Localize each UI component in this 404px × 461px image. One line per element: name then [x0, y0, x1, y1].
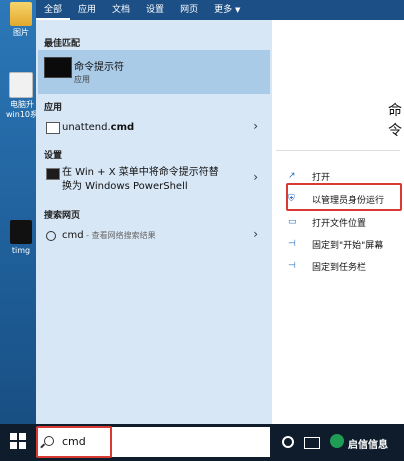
folder-icon	[10, 2, 32, 26]
desktop-icon-label: timg	[11, 246, 31, 255]
best-match-item[interactable]	[38, 50, 270, 94]
desktop-icon-label: 图片	[13, 28, 29, 37]
divider	[276, 150, 400, 151]
folder-icon: ▭	[288, 217, 297, 227]
document-icon	[46, 122, 60, 134]
desktop-icon-pictures[interactable]: 图片	[4, 2, 38, 38]
section-apps: 应用	[44, 103, 63, 113]
web-result-cmd[interactable]: cmd - 查看网络搜索结果 ›	[38, 224, 270, 248]
terminal-icon	[46, 168, 60, 180]
setting-result-powershell[interactable]: 在 Win + X 菜单中将命令提示符替 换为 Windows PowerShe…	[38, 164, 270, 196]
search-icon	[46, 231, 56, 241]
best-match-subtitle: 应用	[74, 75, 90, 84]
pin-icon: ⊣	[288, 239, 296, 249]
chevron-right-icon[interactable]: ›	[253, 227, 258, 241]
app-result-match: cmd	[110, 122, 135, 133]
task-view-icon[interactable]	[304, 437, 320, 449]
tab-documents[interactable]: 文档	[104, 0, 138, 20]
setting-result-line1: 在 Win + X 菜单中将命令提示符替	[62, 167, 219, 178]
tab-apps[interactable]: 应用	[70, 0, 104, 20]
chevron-down-icon: ▼	[234, 6, 241, 14]
cortana-icon[interactable]	[282, 436, 294, 448]
highlight-search-box	[36, 426, 112, 458]
tab-more[interactable]: 更多 ▼	[206, 0, 248, 20]
section-best-match: 最佳匹配	[44, 39, 81, 49]
web-result-query: cmd	[62, 230, 84, 241]
app-result-name: unattend.	[62, 122, 111, 133]
chevron-right-icon[interactable]: ›	[253, 170, 258, 184]
desktop-icon-win10[interactable]: 电脑升 win10系	[4, 72, 38, 120]
highlight-run-as-admin	[286, 183, 402, 211]
section-web: 搜索网页	[44, 211, 81, 221]
detail-title: 命令	[388, 103, 402, 139]
open-icon: ↗	[288, 171, 296, 181]
chevron-right-icon[interactable]: ›	[253, 119, 258, 133]
tab-all[interactable]: 全部	[36, 0, 71, 20]
tab-web[interactable]: 网页	[172, 0, 206, 20]
pin-icon: ⊣	[288, 261, 296, 271]
section-settings: 设置	[44, 151, 63, 161]
setting-result-line2: 换为 Windows PowerShell	[62, 181, 188, 192]
web-result-hint: - 查看网络搜索结果	[83, 231, 156, 240]
desktop-icon-label: 电脑升 win10系	[5, 100, 38, 119]
search-filter-tabs: 全部 应用 文档 设置 网页 更多 ▼	[36, 0, 404, 20]
terminal-icon	[44, 57, 72, 78]
file-icon	[9, 72, 33, 98]
desktop-icon-timg[interactable]: timg	[4, 220, 38, 256]
image-icon	[10, 220, 32, 244]
wechat-logo-icon	[330, 434, 344, 448]
watermark-text: 启信信息	[348, 440, 388, 451]
app-result-unattend[interactable]: unattend.cmd ›	[38, 116, 270, 140]
best-match-title: 命令提示符	[74, 62, 124, 73]
windows-start-button[interactable]	[10, 433, 26, 449]
tab-settings[interactable]: 设置	[138, 0, 172, 20]
